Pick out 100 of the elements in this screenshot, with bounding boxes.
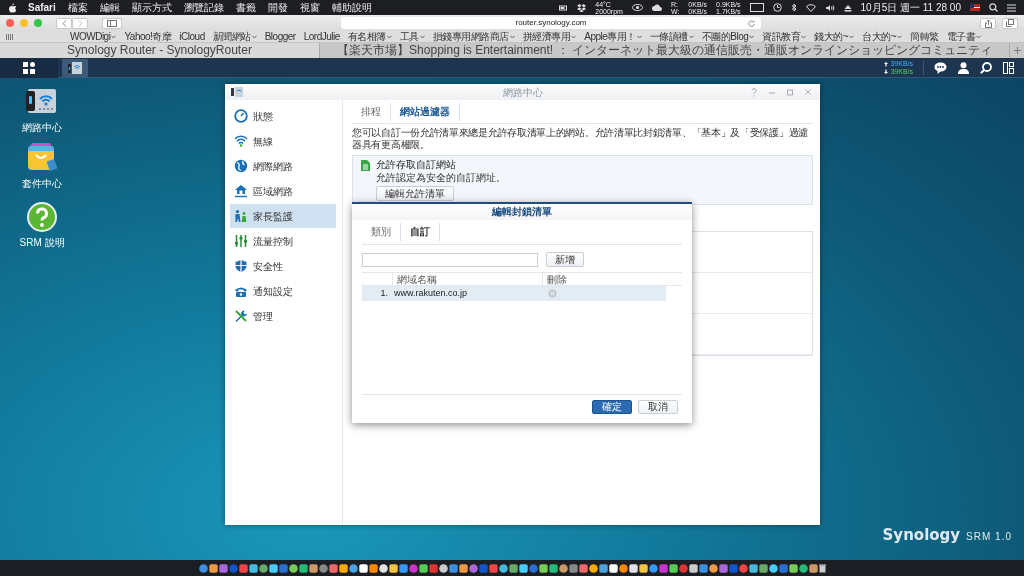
- bookmark-item[interactable]: Yahoo!奇摩: [124, 30, 172, 43]
- icon-label[interactable]: 套件中心: [22, 176, 62, 191]
- family-icon: [234, 209, 248, 223]
- icon-label[interactable]: 網路中心: [22, 120, 62, 135]
- search-icon[interactable]: [989, 3, 998, 12]
- menu-item[interactable]: 檔案: [67, 0, 88, 15]
- bookmark-item[interactable]: LordJulie: [303, 30, 340, 43]
- dropbox-icon[interactable]: [577, 3, 587, 12]
- bookmark-item[interactable]: 工具: [399, 30, 425, 43]
- icon-label[interactable]: SRM 說明: [19, 235, 65, 250]
- bookmark-item[interactable]: 不團的Blog: [701, 30, 755, 43]
- display-icon[interactable]: [749, 3, 764, 12]
- app-icon[interactable]: [26, 201, 58, 233]
- clock-icon[interactable]: [772, 3, 782, 12]
- cancel-button[interactable]: 取消: [638, 400, 678, 414]
- trash-icon[interactable]: [818, 563, 826, 573]
- add-button[interactable]: 新增: [546, 252, 584, 267]
- menu-item[interactable]: 輔助說明: [331, 0, 372, 15]
- menu-icon[interactable]: [1007, 3, 1016, 12]
- bookmark-item[interactable]: 拼經濟專用: [522, 30, 577, 43]
- tabs-icon: [1006, 19, 1014, 27]
- sidebar-item[interactable]: 通知設定: [230, 279, 336, 303]
- bookmark-item[interactable]: Apple專用！: [584, 30, 642, 43]
- grid-icon: [23, 61, 35, 74]
- chevron-left-icon: [61, 19, 67, 27]
- chat-icon[interactable]: [934, 61, 947, 74]
- router-icon: [68, 61, 82, 74]
- share-button[interactable]: [980, 17, 996, 29]
- bookmark-item[interactable]: iCloud: [179, 30, 205, 43]
- bookmark-item[interactable]: 電子書: [946, 30, 982, 43]
- battery-icon[interactable]: [559, 4, 569, 11]
- sidebar-item[interactable]: 安全性: [230, 254, 336, 278]
- sidebar-item[interactable]: 無線: [230, 129, 336, 153]
- edit-allowlist-button[interactable]: 編輯允許清單: [376, 186, 454, 201]
- browser-tab[interactable]: Synology Router - SynologyRouter: [0, 43, 320, 58]
- bookmark-item[interactable]: 損錢專用網路商店: [432, 30, 515, 43]
- grid-icon[interactable]: [6, 33, 14, 40]
- chevron-down-icon: [801, 34, 807, 39]
- chevron-down-icon: [571, 34, 577, 39]
- reload-icon[interactable]: [748, 19, 755, 27]
- bookmark-item[interactable]: 台大的~: [862, 30, 903, 43]
- description-text: 您可以自訂一份允許清單來總是允許存取清單上的網站。允許清單比封鎖清單、「基本」及「受保護」過濾器具有更高權限。: [352, 127, 809, 151]
- main-menu-button[interactable]: [0, 57, 58, 78]
- sidebar-button[interactable]: [102, 17, 122, 29]
- bookmark-item[interactable]: 新聞網站: [212, 30, 257, 43]
- bookmark-item[interactable]: WOWDigi: [70, 30, 117, 43]
- bookmark-item[interactable]: 錢大的~: [814, 30, 855, 43]
- up-down-arrow-icon: [884, 61, 889, 74]
- tab[interactable]: 排程: [352, 103, 391, 121]
- chevron-down-icon: [749, 34, 755, 39]
- flag-icon[interactable]: [970, 4, 980, 11]
- wifi-icon: [234, 134, 248, 148]
- table-row[interactable]: 1. www.rakuten.co.jp: [362, 286, 666, 301]
- sidebar-item[interactable]: 流量控制: [230, 229, 336, 253]
- chevron-down-icon: [111, 34, 117, 39]
- bookmark-item[interactable]: 一條讀禮: [649, 30, 694, 43]
- house-icon: [234, 184, 248, 198]
- chevron-down-icon: [688, 34, 694, 39]
- menu-item[interactable]: 視窗: [299, 0, 320, 15]
- menu-item[interactable]: Safari: [28, 0, 56, 15]
- menu-item[interactable]: 書籤: [235, 0, 256, 15]
- tab[interactable]: 類別: [362, 223, 401, 241]
- apple-icon[interactable]: [8, 2, 16, 13]
- document-icon: [361, 159, 370, 171]
- chevron-down-icon: [509, 34, 515, 39]
- eye-icon[interactable]: [631, 4, 643, 11]
- share-icon: [984, 18, 992, 28]
- menu-item[interactable]: 顯示方式: [131, 0, 172, 15]
- tabs-button[interactable]: [1002, 17, 1018, 29]
- chevron-down-icon: [251, 34, 257, 39]
- bookmark-item[interactable]: 簡轉繁: [910, 30, 939, 43]
- eject-icon[interactable]: [843, 3, 852, 12]
- chevron-down-icon: [419, 34, 425, 39]
- user-icon[interactable]: [958, 61, 969, 74]
- clock-text[interactable]: 10月5日 週一 11 28 00: [860, 0, 961, 15]
- sidebar-item[interactable]: 網際網路: [230, 154, 336, 178]
- plus-icon: [1013, 47, 1021, 54]
- sidebar-item[interactable]: 家長監護: [230, 204, 336, 228]
- sidebar-item[interactable]: 區域網路: [230, 179, 336, 203]
- bookmark-item[interactable]: 有名相簿: [347, 30, 392, 43]
- tab[interactable]: 自訂: [401, 223, 440, 241]
- wifi-icon[interactable]: [805, 3, 816, 12]
- sidebar-item[interactable]: 管理: [230, 304, 336, 328]
- widgets-icon[interactable]: [1003, 61, 1014, 74]
- cloud-icon[interactable]: [651, 4, 662, 11]
- confirm-button[interactable]: 確定: [592, 400, 632, 414]
- bookmark-item[interactable]: 資訊教育: [762, 30, 807, 43]
- input-field[interactable]: [362, 252, 538, 267]
- tab[interactable]: 網站過濾器: [391, 103, 460, 121]
- speaker-icon[interactable]: [824, 3, 835, 12]
- search-icon[interactable]: [980, 61, 992, 74]
- menu-item[interactable]: 編輯: [99, 0, 120, 15]
- menu-item[interactable]: 瀏覽記錄: [183, 0, 224, 15]
- bluetooth-icon[interactable]: [790, 3, 797, 12]
- app-icon: [231, 87, 243, 97]
- bookmark-item[interactable]: Blogger: [264, 30, 296, 43]
- sidebar-item[interactable]: 狀態: [230, 104, 336, 128]
- taskbar-app-button[interactable]: [62, 58, 88, 77]
- address-field[interactable]: router.synology.com: [341, 17, 761, 29]
- menu-item[interactable]: 開發: [267, 0, 288, 15]
